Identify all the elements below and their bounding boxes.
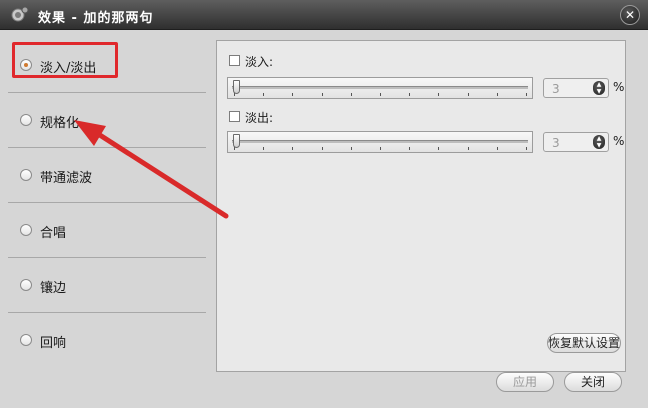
fade-in-slider-track (232, 86, 528, 89)
close-button[interactable]: 关闭 (564, 372, 622, 392)
fade-out-unit: % (613, 134, 625, 148)
effect-item-flanger[interactable]: 镶边 (8, 258, 206, 313)
title-bar[interactable]: 效果 - 加的那两句 ✕ (0, 0, 648, 30)
effect-label-flanger: 镶边 (40, 281, 67, 296)
spin-arrows-icon[interactable]: ▲ ▼ (593, 81, 605, 95)
fade-out-label: 淡出: (245, 111, 274, 125)
effect-settings-panel: 淡入: 3 ▲ ▼ % 淡出: 3 ▲ ▼ % 恢复默认设置 (216, 40, 626, 372)
fade-in-slider-thumb[interactable] (233, 80, 240, 94)
fade-out-slider-track (232, 140, 528, 143)
spin-arrows-icon[interactable]: ▲ ▼ (593, 135, 605, 149)
fade-out-value: 3 (552, 136, 560, 150)
fade-in-slider-ticks (234, 93, 527, 97)
fade-in-checkbox[interactable] (229, 55, 240, 66)
restore-defaults-button[interactable]: 恢复默认设置 (547, 333, 621, 353)
effects-list: 淡入/淡出 规格化 带通滤波 合唱 镶边 回响 (8, 38, 206, 368)
fade-out-slider[interactable] (227, 131, 533, 153)
fade-out-checkbox[interactable] (229, 111, 240, 122)
radio-normalize[interactable] (20, 114, 32, 126)
highlight-box (12, 42, 118, 78)
fade-in-label: 淡入: (245, 55, 274, 69)
fade-out-spinbox[interactable]: 3 ▲ ▼ (543, 132, 609, 152)
fade-out-slider-ticks (234, 147, 527, 151)
radio-flanger[interactable] (20, 279, 32, 291)
effect-item-chorus[interactable]: 合唱 (8, 203, 206, 258)
speaker-icon (11, 6, 29, 22)
effect-item-reverb[interactable]: 回响 (8, 313, 206, 368)
fade-in-spinbox[interactable]: 3 ▲ ▼ (543, 78, 609, 98)
effect-item-bandpass[interactable]: 带通滤波 (8, 148, 206, 203)
fade-in-slider[interactable] (227, 77, 533, 99)
close-icon: ✕ (624, 8, 636, 22)
radio-chorus[interactable] (20, 224, 32, 236)
apply-button[interactable]: 应用 (496, 372, 554, 392)
window-title: 效果 - 加的那两句 (38, 11, 154, 26)
effect-label-normalize: 规格化 (40, 116, 80, 131)
fade-in-value: 3 (552, 82, 560, 96)
effect-item-normalize[interactable]: 规格化 (8, 93, 206, 148)
fade-in-unit: % (613, 80, 625, 94)
fade-out-slider-thumb[interactable] (233, 134, 240, 148)
effect-label-chorus: 合唱 (40, 226, 67, 241)
radio-bandpass[interactable] (20, 169, 32, 181)
close-window-button[interactable]: ✕ (620, 5, 640, 25)
dialog-body: 淡入/淡出 规格化 带通滤波 合唱 镶边 回响 淡入: 3 ▲ ▼ % 淡出: … (0, 30, 648, 408)
radio-reverb[interactable] (20, 334, 32, 346)
effect-label-bandpass: 带通滤波 (40, 171, 93, 186)
effect-label-reverb: 回响 (40, 336, 67, 351)
